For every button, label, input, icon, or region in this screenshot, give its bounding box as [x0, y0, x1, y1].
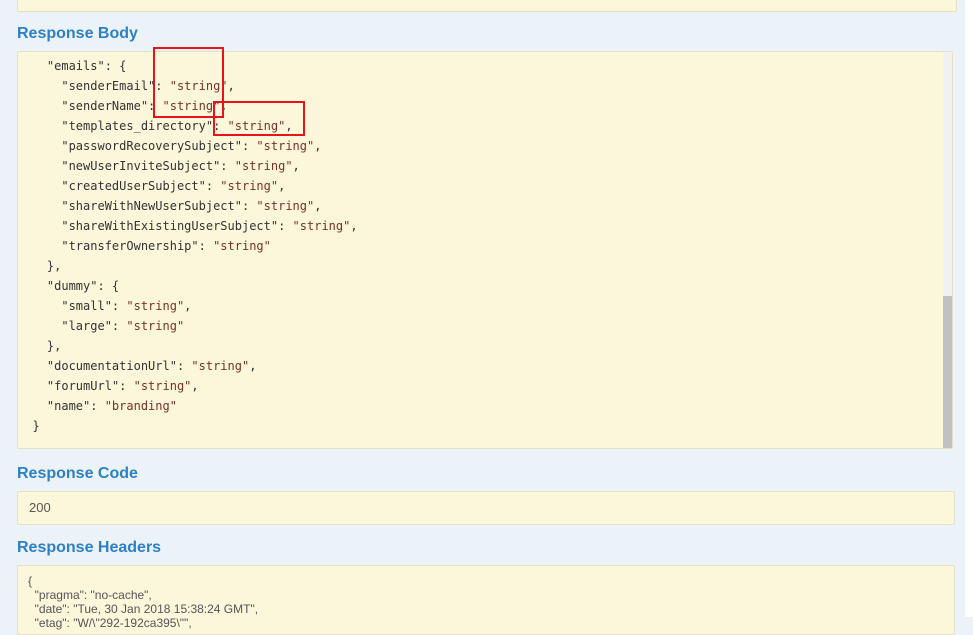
json-key: "name":	[18, 399, 105, 413]
code-line: "senderName": "string",	[18, 96, 358, 116]
response-body-box[interactable]: "emails": { "senderEmail": "string", "se…	[17, 51, 953, 449]
response-headers-box[interactable]: { "pragma": "no-cache", "date": "Tue, 30…	[17, 565, 955, 635]
code-line: "small": "string",	[18, 296, 358, 316]
json-key: "passwordRecoverySubject":	[18, 139, 257, 153]
json-key: },	[18, 259, 62, 273]
response-code-value: 200	[17, 491, 955, 525]
json-key: "small":	[18, 299, 127, 313]
json-string-value: "branding"	[104, 399, 177, 413]
json-key: "emails": {	[18, 59, 127, 73]
code-line: "forumUrl": "string",	[18, 376, 358, 396]
json-key: ,	[191, 379, 199, 393]
json-key: }	[18, 419, 40, 433]
json-key: "documentationUrl":	[18, 359, 192, 373]
previous-section-box	[17, 0, 957, 12]
json-string-value: "string"	[234, 159, 293, 173]
code-line: }	[18, 416, 358, 436]
json-key: ,	[350, 219, 358, 233]
code-line: "large": "string"	[18, 316, 358, 336]
response-headers-code: { "pragma": "no-cache", "date": "Tue, 30…	[28, 574, 258, 630]
json-key: "createdUserSubject":	[18, 179, 221, 193]
json-string-value: "string"	[256, 199, 315, 213]
json-string-value: "string"	[213, 239, 271, 253]
json-key: ,	[220, 99, 228, 113]
json-string-value: "string"	[256, 139, 315, 153]
code-line: "createdUserSubject": "string",	[18, 176, 358, 196]
json-string-value: "string"	[126, 299, 185, 313]
code-line: "shareWithNewUserSubject": "string",	[18, 196, 358, 216]
json-string-value: "string"	[133, 379, 192, 393]
header-line: "pragma": "no-cache",	[28, 588, 152, 602]
json-string-value: "string"	[126, 319, 185, 333]
code-line: },	[18, 336, 358, 356]
code-line: "newUserInviteSubject": "string",	[18, 156, 358, 176]
code-line: "passwordRecoverySubject": "string",	[18, 136, 358, 156]
json-string-value: "string"	[169, 79, 228, 93]
code-line: "templates_directory": "string",	[18, 116, 358, 136]
page-right-edge	[965, 0, 973, 617]
json-key: "templates_directory":	[18, 119, 228, 133]
json-string-value: "string"	[191, 359, 250, 373]
json-key: ,	[278, 179, 286, 193]
json-key: "shareWithExistingUserSubject":	[18, 219, 293, 233]
json-key: ,	[314, 139, 322, 153]
json-key: ,	[292, 159, 300, 173]
header-line: "date": "Tue, 30 Jan 2018 15:38:24 GMT",	[28, 602, 259, 616]
json-key: "senderName":	[18, 99, 163, 113]
json-key: ,	[249, 359, 257, 373]
response-body-heading: Response Body	[17, 25, 138, 42]
response-headers-heading: Response Headers	[17, 539, 162, 556]
code-line: "transferOwnership": "string"	[18, 236, 358, 256]
code-line: "name": "branding"	[18, 396, 358, 416]
json-key: ,	[285, 119, 293, 133]
json-key: "newUserInviteSubject":	[18, 159, 235, 173]
json-key: ,	[227, 79, 235, 93]
code-line: "senderEmail": "string",	[18, 76, 358, 96]
json-key: "senderEmail":	[18, 79, 170, 93]
code-line: "documentationUrl": "string",	[18, 356, 358, 376]
json-key: "forumUrl":	[18, 379, 134, 393]
json-string-value: "string"	[162, 99, 221, 113]
response-body-scrollbar[interactable]	[943, 52, 952, 448]
json-key: },	[18, 339, 62, 353]
json-string-value: "string"	[292, 219, 351, 233]
json-key: "transferOwnership":	[18, 239, 214, 253]
header-line: {	[28, 574, 33, 588]
json-string-value: "string"	[227, 119, 286, 133]
code-line: "shareWithExistingUserSubject": "string"…	[18, 216, 358, 236]
code-line: },	[18, 256, 358, 276]
json-key: ,	[314, 199, 322, 213]
response-body-code: "emails": { "senderEmail": "string", "se…	[18, 56, 358, 436]
response-code-heading: Response Code	[17, 465, 138, 482]
response-body-scroll-thumb[interactable]	[943, 296, 952, 448]
json-key: ,	[184, 299, 192, 313]
code-line: "emails": {	[18, 56, 358, 76]
json-key: "shareWithNewUserSubject":	[18, 199, 257, 213]
json-key: "dummy": {	[18, 279, 120, 293]
json-key: "large":	[18, 319, 127, 333]
code-line: "dummy": {	[18, 276, 358, 296]
header-line: "etag": "W/\"292-192ca395\"",	[28, 616, 192, 630]
json-string-value: "string"	[220, 179, 279, 193]
